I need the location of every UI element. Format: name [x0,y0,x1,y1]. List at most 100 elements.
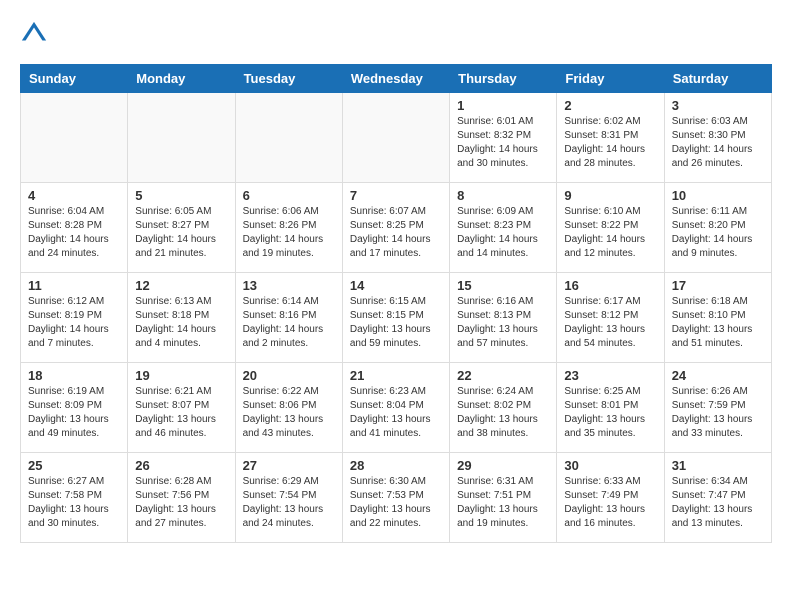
calendar-cell: 18 Sunrise: 6:19 AM Sunset: 8:09 PM Dayli… [21,363,128,453]
day-info: Sunrise: 6:24 AM Sunset: 8:02 PM Dayligh… [457,385,549,441]
day-info: Sunrise: 6:02 AM Sunset: 8:31 PM Dayligh… [564,115,656,171]
day-number: 30 [564,458,656,473]
calendar-week-row: 4 Sunrise: 6:04 AM Sunset: 8:28 PM Daylig… [21,183,772,273]
logo [20,20,52,48]
day-number: 18 [28,368,120,383]
day-number: 5 [135,188,227,203]
day-info: Sunrise: 6:10 AM Sunset: 8:22 PM Dayligh… [564,205,656,261]
calendar-cell [21,93,128,183]
header-monday: Monday [128,65,235,93]
day-number: 11 [28,278,120,293]
day-info: Sunrise: 6:23 AM Sunset: 8:04 PM Dayligh… [350,385,442,441]
day-number: 21 [350,368,442,383]
day-number: 26 [135,458,227,473]
calendar-cell: 16 Sunrise: 6:17 AM Sunset: 8:12 PM Dayli… [557,273,664,363]
day-info: Sunrise: 6:29 AM Sunset: 7:54 PM Dayligh… [243,475,335,531]
day-number: 27 [243,458,335,473]
calendar-cell: 29 Sunrise: 6:31 AM Sunset: 7:51 PM Dayli… [450,453,557,543]
day-number: 2 [564,98,656,113]
page-header [20,20,772,48]
calendar-cell: 3 Sunrise: 6:03 AM Sunset: 8:30 PM Daylig… [664,93,771,183]
header-thursday: Thursday [450,65,557,93]
day-number: 6 [243,188,335,203]
day-info: Sunrise: 6:17 AM Sunset: 8:12 PM Dayligh… [564,295,656,351]
calendar-cell [235,93,342,183]
day-number: 20 [243,368,335,383]
day-info: Sunrise: 6:34 AM Sunset: 7:47 PM Dayligh… [672,475,764,531]
calendar-table: SundayMondayTuesdayWednesdayThursdayFrid… [20,64,772,543]
calendar-cell: 31 Sunrise: 6:34 AM Sunset: 7:47 PM Dayli… [664,453,771,543]
day-info: Sunrise: 6:26 AM Sunset: 7:59 PM Dayligh… [672,385,764,441]
calendar-cell: 7 Sunrise: 6:07 AM Sunset: 8:25 PM Daylig… [342,183,449,273]
calendar-cell [342,93,449,183]
day-info: Sunrise: 6:03 AM Sunset: 8:30 PM Dayligh… [672,115,764,171]
day-number: 24 [672,368,764,383]
day-number: 23 [564,368,656,383]
day-info: Sunrise: 6:09 AM Sunset: 8:23 PM Dayligh… [457,205,549,261]
calendar-week-row: 1 Sunrise: 6:01 AM Sunset: 8:32 PM Daylig… [21,93,772,183]
calendar-cell: 13 Sunrise: 6:14 AM Sunset: 8:16 PM Dayli… [235,273,342,363]
day-info: Sunrise: 6:12 AM Sunset: 8:19 PM Dayligh… [28,295,120,351]
calendar-cell: 19Sunrise: 6:21 AM Sunset: 8:07 PM Dayli… [128,363,235,453]
day-info: Sunrise: 6:14 AM Sunset: 8:16 PM Dayligh… [243,295,335,351]
logo-icon [20,20,48,48]
calendar-cell: 23 Sunrise: 6:25 AM Sunset: 8:01 PM Dayli… [557,363,664,453]
day-number: 31 [672,458,764,473]
day-info: Sunrise: 6:19 AM Sunset: 8:09 PM Dayligh… [28,385,120,441]
day-number: 16 [564,278,656,293]
calendar-cell: 15Sunrise: 6:16 AM Sunset: 8:13 PM Dayli… [450,273,557,363]
header-wednesday: Wednesday [342,65,449,93]
day-number: 29 [457,458,549,473]
calendar-week-row: 25 Sunrise: 6:27 AM Sunset: 7:58 PM Dayli… [21,453,772,543]
header-saturday: Saturday [664,65,771,93]
day-number: 25 [28,458,120,473]
day-info: Sunrise: 6:18 AM Sunset: 8:10 PM Dayligh… [672,295,764,351]
day-info: Sunrise: 6:27 AM Sunset: 7:58 PM Dayligh… [28,475,120,531]
day-info: Sunrise: 6:11 AM Sunset: 8:20 PM Dayligh… [672,205,764,261]
day-info: Sunrise: 6:01 AM Sunset: 8:32 PM Dayligh… [457,115,549,171]
day-info: Sunrise: 6:33 AM Sunset: 7:49 PM Dayligh… [564,475,656,531]
day-info: Sunrise: 6:25 AM Sunset: 8:01 PM Dayligh… [564,385,656,441]
calendar-cell: 17Sunrise: 6:18 AM Sunset: 8:10 PM Dayli… [664,273,771,363]
day-number: 13 [243,278,335,293]
calendar-cell: 20Sunrise: 6:22 AM Sunset: 8:06 PM Dayli… [235,363,342,453]
day-number: 7 [350,188,442,203]
day-info: Sunrise: 6:07 AM Sunset: 8:25 PM Dayligh… [350,205,442,261]
calendar-cell: 2 Sunrise: 6:02 AM Sunset: 8:31 PM Daylig… [557,93,664,183]
day-info: Sunrise: 6:21 AM Sunset: 8:07 PM Dayligh… [135,385,227,441]
day-number: 3 [672,98,764,113]
day-number: 12 [135,278,227,293]
calendar-header-row: SundayMondayTuesdayWednesdayThursdayFrid… [21,65,772,93]
day-info: Sunrise: 6:15 AM Sunset: 8:15 PM Dayligh… [350,295,442,351]
calendar-cell: 9Sunrise: 6:10 AM Sunset: 8:22 PM Daylig… [557,183,664,273]
calendar-cell: 5 Sunrise: 6:05 AM Sunset: 8:27 PM Daylig… [128,183,235,273]
day-number: 4 [28,188,120,203]
header-friday: Friday [557,65,664,93]
day-info: Sunrise: 6:30 AM Sunset: 7:53 PM Dayligh… [350,475,442,531]
calendar-cell [128,93,235,183]
day-info: Sunrise: 6:05 AM Sunset: 8:27 PM Dayligh… [135,205,227,261]
calendar-cell: 11 Sunrise: 6:12 AM Sunset: 8:19 PM Dayli… [21,273,128,363]
calendar-cell: 25 Sunrise: 6:27 AM Sunset: 7:58 PM Dayli… [21,453,128,543]
header-sunday: Sunday [21,65,128,93]
calendar-cell: 24 Sunrise: 6:26 AM Sunset: 7:59 PM Dayli… [664,363,771,453]
day-info: Sunrise: 6:06 AM Sunset: 8:26 PM Dayligh… [243,205,335,261]
day-number: 28 [350,458,442,473]
day-number: 10 [672,188,764,203]
calendar-cell: 14 Sunrise: 6:15 AM Sunset: 8:15 PM Dayli… [342,273,449,363]
header-tuesday: Tuesday [235,65,342,93]
day-number: 1 [457,98,549,113]
calendar-cell: 6 Sunrise: 6:06 AM Sunset: 8:26 PM Daylig… [235,183,342,273]
calendar-cell: 22 Sunrise: 6:24 AM Sunset: 8:02 PM Dayli… [450,363,557,453]
calendar-cell: 21 Sunrise: 6:23 AM Sunset: 8:04 PM Dayli… [342,363,449,453]
calendar-cell: 27 Sunrise: 6:29 AM Sunset: 7:54 PM Dayli… [235,453,342,543]
day-number: 22 [457,368,549,383]
day-number: 14 [350,278,442,293]
day-number: 15 [457,278,549,293]
day-info: Sunrise: 6:04 AM Sunset: 8:28 PM Dayligh… [28,205,120,261]
calendar-cell: 4 Sunrise: 6:04 AM Sunset: 8:28 PM Daylig… [21,183,128,273]
day-info: Sunrise: 6:31 AM Sunset: 7:51 PM Dayligh… [457,475,549,531]
calendar-cell: 1 Sunrise: 6:01 AM Sunset: 8:32 PM Daylig… [450,93,557,183]
calendar-week-row: 11 Sunrise: 6:12 AM Sunset: 8:19 PM Dayli… [21,273,772,363]
calendar-cell: 8Sunrise: 6:09 AM Sunset: 8:23 PM Daylig… [450,183,557,273]
